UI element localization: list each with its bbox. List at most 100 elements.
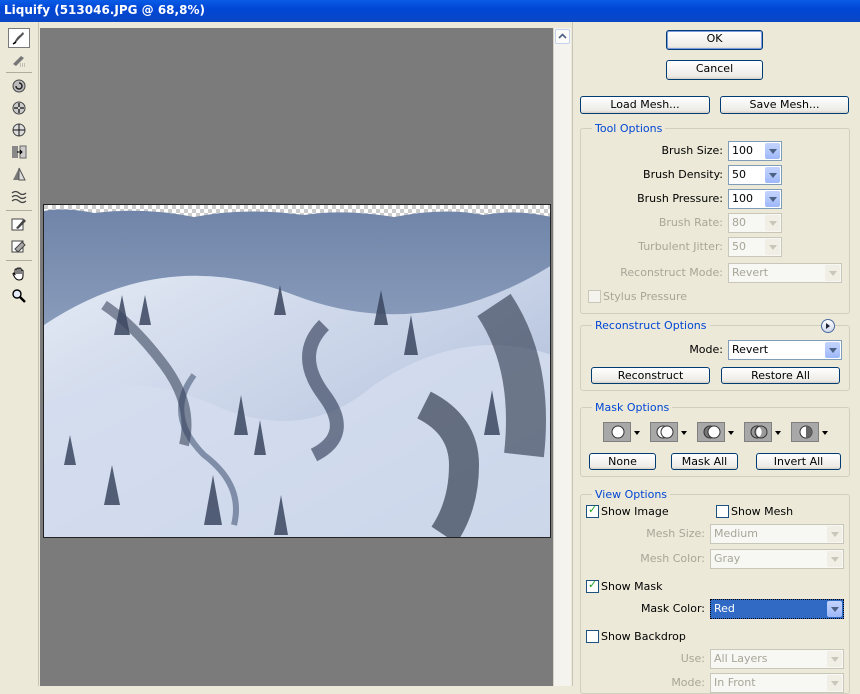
chevron-down-icon[interactable] bbox=[765, 167, 780, 183]
brush-pressure-value: 100 bbox=[732, 192, 753, 205]
reconstruct-mode-value: Revert bbox=[732, 266, 769, 279]
mask-replace-dropdown-icon[interactable] bbox=[634, 431, 640, 435]
reconstruct-button[interactable]: Reconstruct bbox=[591, 367, 710, 384]
reconstruct-menu-icon[interactable] bbox=[821, 319, 835, 333]
mask-subtract-icon[interactable] bbox=[697, 422, 725, 442]
pucker-icon[interactable] bbox=[8, 98, 30, 118]
restore-all-button[interactable]: Restore All bbox=[721, 367, 840, 384]
brush-size-field[interactable]: 100 bbox=[728, 141, 782, 161]
chevron-down-icon bbox=[765, 215, 780, 231]
show-image-checkbox[interactable] bbox=[586, 503, 599, 518]
turbulent-jitter-field: 50 bbox=[728, 237, 782, 257]
mask-invert-dropdown-icon[interactable] bbox=[822, 431, 828, 435]
freeze-mask-icon[interactable] bbox=[8, 214, 30, 234]
mask-none-button[interactable]: None bbox=[589, 453, 656, 470]
brush-density-field[interactable]: 50 bbox=[728, 165, 782, 185]
chevron-down-icon[interactable] bbox=[765, 143, 780, 159]
brush-size-value: 100 bbox=[732, 144, 753, 157]
stylus-pressure-checkbox bbox=[588, 290, 601, 303]
reconstruct-options-legend: Reconstruct Options bbox=[592, 319, 710, 333]
use-label: Use: bbox=[680, 652, 705, 665]
twirl-clockwise-icon[interactable] bbox=[8, 76, 30, 96]
brush-pressure-field[interactable]: 100 bbox=[728, 189, 782, 209]
chevron-down-icon[interactable] bbox=[827, 601, 842, 617]
options-panel: OK Cancel Load Mesh... Save Mesh... Tool… bbox=[572, 22, 860, 694]
show-backdrop-checkbox[interactable] bbox=[586, 630, 599, 643]
zoom-icon[interactable] bbox=[8, 286, 30, 306]
thaw-mask-icon[interactable] bbox=[8, 236, 30, 256]
view-options-legend: View Options bbox=[592, 488, 671, 502]
vertical-scrollbar[interactable] bbox=[553, 28, 571, 686]
reconstruct-mode-label-2: Mode: bbox=[689, 343, 723, 356]
brush-density-value: 50 bbox=[732, 168, 746, 181]
show-mask-label: Show Mask bbox=[601, 580, 663, 593]
mesh-size-label: Mesh Size: bbox=[646, 527, 705, 540]
invert-all-button[interactable]: Invert All bbox=[756, 453, 841, 470]
forward-warp-icon[interactable] bbox=[8, 28, 30, 48]
mirror-icon[interactable] bbox=[8, 164, 30, 184]
tool-options-legend: Tool Options bbox=[592, 122, 666, 136]
liquify-toolbar bbox=[0, 22, 39, 686]
chevron-down-icon bbox=[827, 526, 842, 542]
show-mesh-checkbox[interactable] bbox=[716, 505, 729, 518]
mesh-color-value: Gray bbox=[714, 552, 741, 565]
reconstruct-icon[interactable] bbox=[8, 50, 30, 70]
chevron-down-icon bbox=[827, 651, 842, 667]
use-select: All Layers bbox=[710, 649, 844, 669]
brush-rate-label: Brush Rate: bbox=[658, 216, 723, 229]
reconstruct-mode-label: Reconstruct Mode: bbox=[620, 266, 723, 279]
turbulent-jitter-label: Turbulent Jitter: bbox=[638, 240, 723, 253]
load-mesh-button[interactable]: Load Mesh... bbox=[580, 96, 710, 114]
bloat-icon[interactable] bbox=[8, 120, 30, 140]
backdrop-mode-label: Mode: bbox=[671, 676, 705, 689]
mask-intersect-icon[interactable] bbox=[744, 422, 772, 442]
mask-intersect-dropdown-icon[interactable] bbox=[775, 431, 781, 435]
backdrop-mode-value: In Front bbox=[714, 676, 756, 689]
mask-subtract-dropdown-icon[interactable] bbox=[728, 431, 734, 435]
stylus-pressure-label: Stylus Pressure bbox=[603, 290, 688, 303]
mesh-color-label: Mesh Color: bbox=[640, 552, 705, 565]
chevron-down-icon[interactable] bbox=[765, 191, 780, 207]
scroll-up-arrow[interactable] bbox=[555, 29, 570, 44]
mask-add-dropdown-icon[interactable] bbox=[681, 431, 687, 435]
preview-image[interactable] bbox=[43, 204, 551, 538]
brush-density-label: Brush Density: bbox=[643, 168, 723, 181]
hand-icon[interactable] bbox=[8, 264, 30, 284]
mask-all-button[interactable]: Mask All bbox=[671, 453, 738, 470]
mask-invert-icon[interactable] bbox=[791, 422, 819, 442]
save-mesh-button[interactable]: Save Mesh... bbox=[720, 96, 849, 114]
chevron-down-icon bbox=[827, 675, 842, 691]
chevron-down-icon bbox=[825, 265, 840, 281]
push-left-icon[interactable] bbox=[8, 142, 30, 162]
show-image-label: Show Image bbox=[601, 505, 669, 518]
chevron-down-icon[interactable] bbox=[825, 342, 840, 358]
show-backdrop-label: Show Backdrop bbox=[601, 630, 686, 643]
brush-rate-value: 80 bbox=[732, 216, 746, 229]
reconstruct-mode-select: Revert bbox=[728, 263, 842, 283]
use-value: All Layers bbox=[714, 652, 768, 665]
reconstruct-options-mode-select[interactable]: Revert bbox=[728, 340, 842, 360]
brush-pressure-label: Brush Pressure: bbox=[637, 192, 723, 205]
ok-button[interactable]: OK bbox=[666, 30, 763, 50]
reconstruct-options-mode-value: Revert bbox=[732, 343, 769, 356]
mesh-color-select: Gray bbox=[710, 549, 844, 569]
mask-color-value: Red bbox=[714, 602, 735, 615]
mask-add-icon[interactable] bbox=[650, 422, 678, 442]
mask-replace-icon[interactable] bbox=[603, 422, 631, 442]
turbulence-icon[interactable] bbox=[8, 186, 30, 206]
mesh-size-value: Medium bbox=[714, 527, 758, 540]
mask-options-legend: Mask Options bbox=[592, 401, 673, 415]
mask-color-select[interactable]: Red bbox=[710, 599, 844, 619]
cancel-button[interactable]: Cancel bbox=[666, 60, 763, 80]
show-mask-checkbox[interactable] bbox=[586, 578, 599, 593]
show-mesh-label: Show Mesh bbox=[731, 505, 794, 518]
chevron-down-icon bbox=[765, 239, 780, 255]
brush-rate-field: 80 bbox=[728, 213, 782, 233]
turbulent-jitter-value: 50 bbox=[732, 240, 746, 253]
chevron-down-icon bbox=[827, 551, 842, 567]
mask-color-label: Mask Color: bbox=[640, 602, 705, 615]
brush-size-label: Brush Size: bbox=[661, 144, 723, 157]
backdrop-mode-select: In Front bbox=[710, 673, 844, 693]
window-title: Liquify (513046.JPG @ 68,8%) bbox=[0, 0, 860, 22]
mesh-size-select: Medium bbox=[710, 524, 844, 544]
